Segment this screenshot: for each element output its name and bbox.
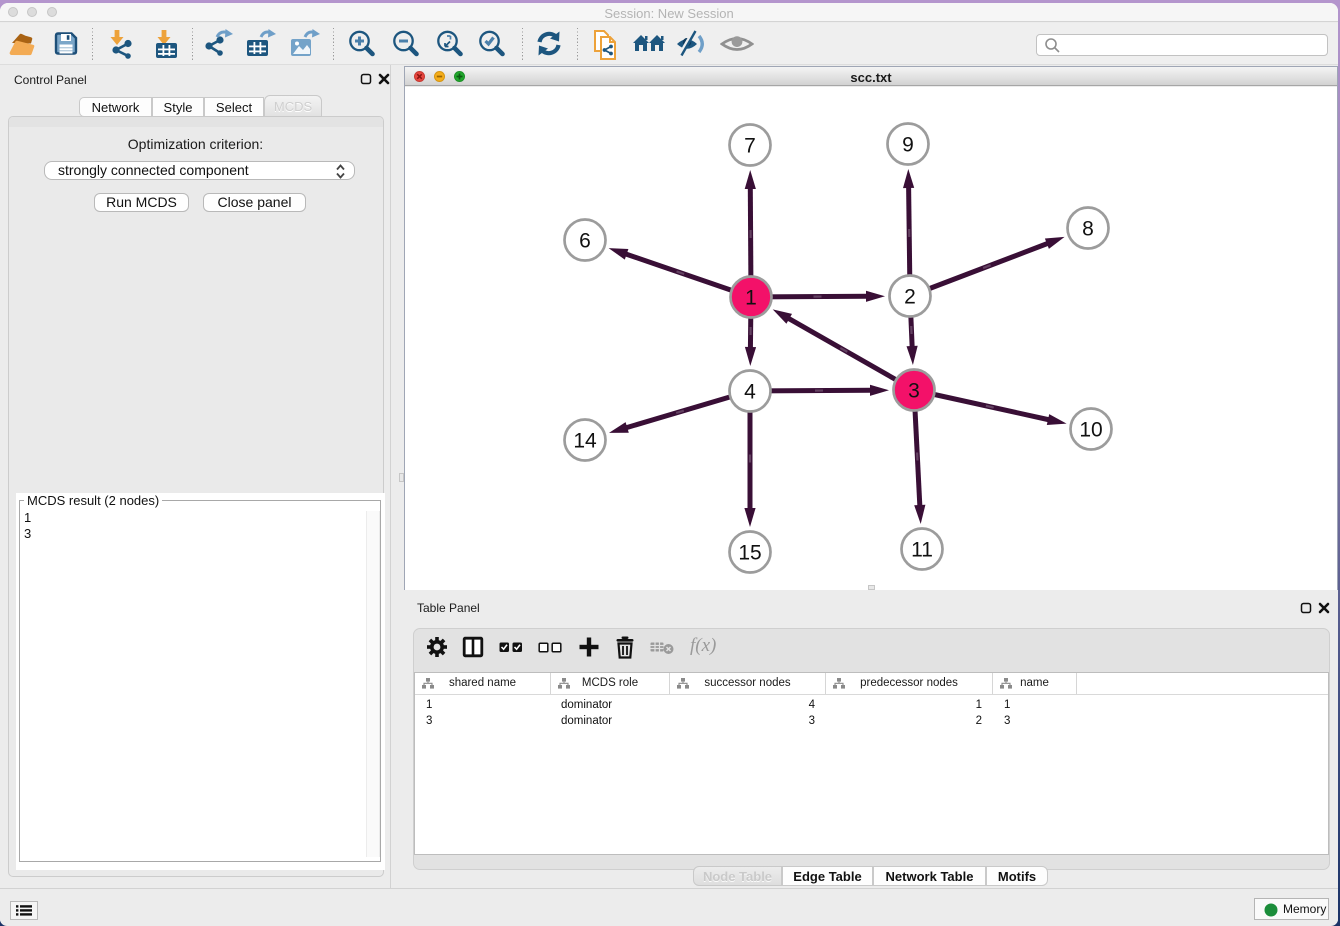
svg-text:4: 4 xyxy=(744,381,756,404)
svg-text:3: 3 xyxy=(908,380,920,403)
svg-text:14: 14 xyxy=(573,430,597,453)
svg-text:1: 1 xyxy=(745,287,757,310)
svg-text:2: 2 xyxy=(904,286,916,309)
svg-text:8: 8 xyxy=(1082,218,1094,241)
svg-text:10: 10 xyxy=(1079,419,1102,442)
svg-text:11: 11 xyxy=(911,539,933,562)
svg-text:6: 6 xyxy=(579,230,591,253)
svg-text:9: 9 xyxy=(902,134,914,157)
svg-text:15: 15 xyxy=(738,542,761,565)
svg-text:7: 7 xyxy=(744,135,756,158)
